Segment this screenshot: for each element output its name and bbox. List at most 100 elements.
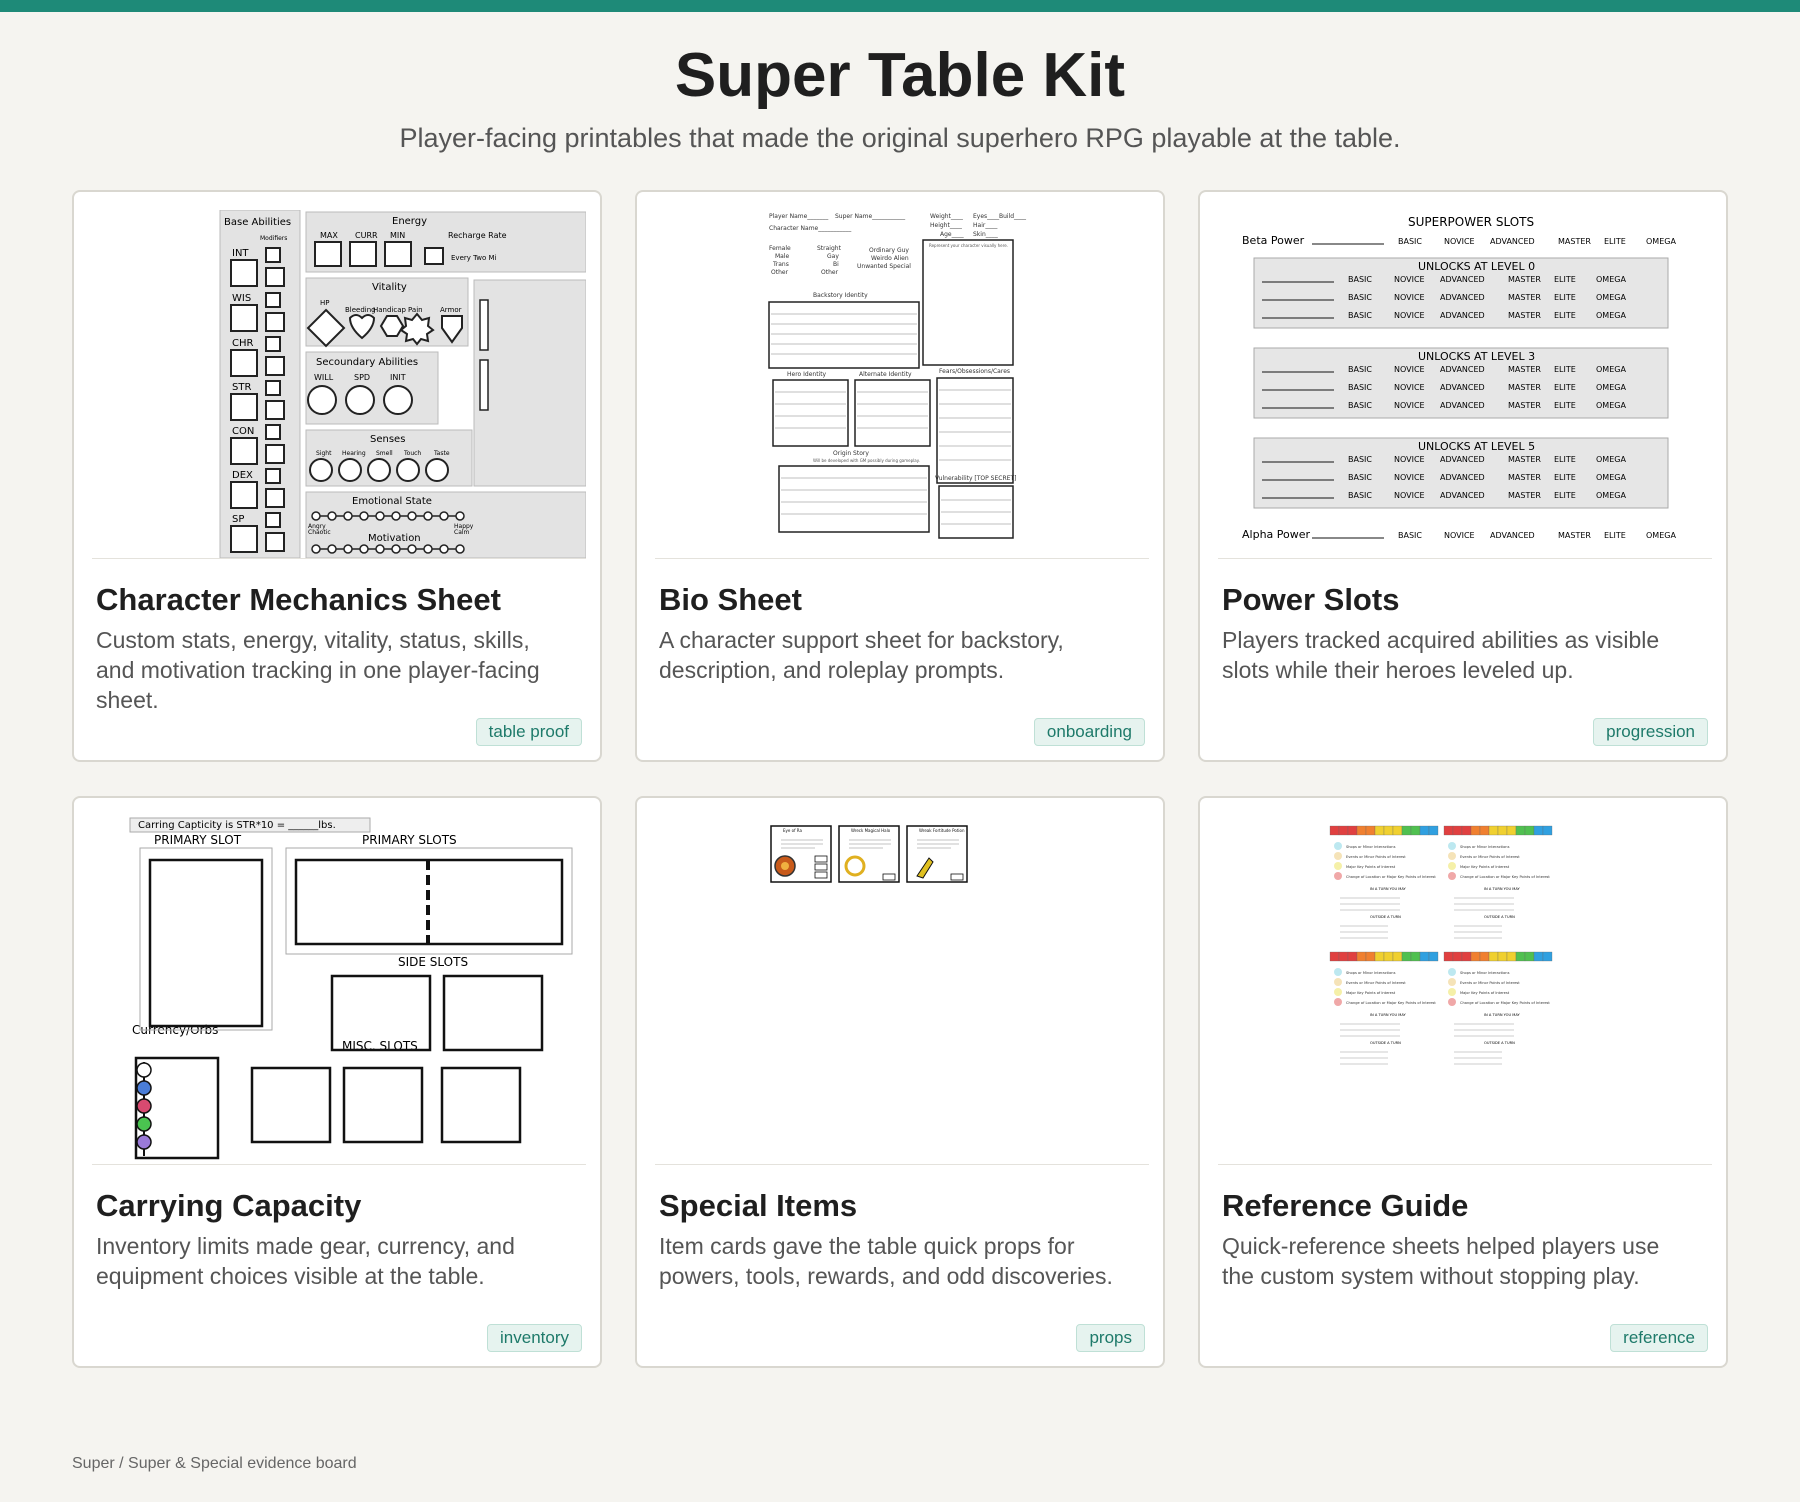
- reference-level-cell: [1383, 951, 1394, 962]
- svg-text:Other: Other: [821, 269, 839, 276]
- reference-level-cell: [1533, 825, 1544, 836]
- reference-row-label: Change of Location or Major Key Points o…: [1346, 875, 1436, 879]
- card-bio-sheet[interactable]: Player Name_______ Super Name___________ …: [635, 190, 1165, 762]
- power-slots-preview: SUPERPOWER SLOTS Beta Power Alpha Power …: [1242, 215, 1676, 541]
- reference-in-turn-label: IN A TURN YOU MAY: [1484, 1013, 1521, 1017]
- power-tier-label: ADVANCED: [1440, 293, 1485, 302]
- power-tier-label: OMEGA: [1596, 491, 1626, 500]
- svg-text:Sight: Sight: [316, 450, 332, 457]
- svg-text:Skin____: Skin____: [973, 231, 999, 238]
- reference-marker: [1334, 968, 1342, 976]
- card-reference-guide[interactable]: Shops or Minor Interactions Events or Min…: [1198, 796, 1728, 1368]
- svg-text:Unwanted Special: Unwanted Special: [857, 263, 911, 270]
- svg-text:CURR: CURR: [355, 231, 378, 240]
- card-description: Custom stats, energy, vitality, status, …: [96, 627, 540, 713]
- reference-level-cell: [1488, 825, 1499, 836]
- svg-text:Height____: Height____: [930, 222, 963, 229]
- reference-level-cell: [1461, 951, 1472, 962]
- svg-text:Weight____: Weight____: [930, 213, 964, 220]
- power-tier-label: ELITE: [1554, 293, 1576, 302]
- reference-level-cell: [1452, 825, 1463, 836]
- reference-row-label: Major Key Points of Interest: [1460, 865, 1510, 869]
- power-tier-label: NOVICE: [1394, 311, 1425, 320]
- svg-text:Taste: Taste: [433, 450, 450, 457]
- power-tier-label: ADVANCED: [1440, 275, 1485, 284]
- reference-level-cell: [1401, 825, 1412, 836]
- power-tier-label: MASTER: [1508, 275, 1541, 284]
- svg-text:SUPERPOWER SLOTS: SUPERPOWER SLOTS: [1408, 215, 1534, 229]
- power-tier-label: BASIC: [1348, 365, 1372, 374]
- reference-in-turn-label: IN A TURN YOU MAY: [1370, 887, 1407, 891]
- power-tier-label: BASIC: [1348, 455, 1372, 464]
- svg-text:Age____: Age____: [940, 231, 965, 238]
- power-tier-label: OMEGA: [1646, 531, 1676, 540]
- power-tier-label: MASTER: [1508, 473, 1541, 482]
- svg-text:Recharge Rate: Recharge Rate: [448, 231, 507, 240]
- svg-text:Super Name___________: Super Name___________: [835, 213, 906, 220]
- svg-text:Origin Story: Origin Story: [833, 450, 869, 457]
- card-character-mechanics[interactable]: Base Abilities Modifiers INT WIS CHR STR…: [72, 190, 602, 762]
- svg-text:Wreak Fortitude Potion: Wreak Fortitude Potion: [919, 828, 965, 833]
- svg-text:Straight: Straight: [817, 245, 842, 252]
- power-tier-label: BASIC: [1398, 531, 1422, 540]
- reference-row-label: Shops or Minor Interactions: [1460, 845, 1510, 849]
- power-tier-label: BASIC: [1348, 383, 1372, 392]
- svg-text:Modifiers: Modifiers: [260, 235, 287, 242]
- reference-level-cell: [1419, 825, 1430, 836]
- card-carrying-capacity[interactable]: Carring Capticity is STR*10 = ______lbs.…: [72, 796, 602, 1368]
- reference-row-label: Shops or Minor Interactions: [1346, 971, 1396, 975]
- svg-text:STR: STR: [232, 382, 251, 393]
- power-tier-label: OMEGA: [1646, 237, 1676, 246]
- reference-level-cell: [1497, 951, 1508, 962]
- power-tier-label: ELITE: [1554, 311, 1576, 320]
- reference-level-cell: [1524, 825, 1535, 836]
- mechanics-sheet-preview: Base Abilities Modifiers INTWISCHR STRCO…: [219, 210, 586, 558]
- reference-level-cell: [1401, 951, 1412, 962]
- power-tier-label: BASIC: [1348, 311, 1372, 320]
- thumbnail-special-items: Eye of Ra Wreck Magical Halo Wreak Forti…: [655, 816, 1149, 1165]
- reference-level-cell: [1515, 951, 1526, 962]
- bio-sheet-preview: Player Name_______ Super Name___________ …: [768, 213, 1027, 539]
- svg-text:Emotional State: Emotional State: [352, 496, 432, 507]
- reference-level-cell: [1329, 951, 1340, 962]
- reference-outside-label: OUTSIDE A TURN: [1484, 915, 1515, 919]
- svg-text:Alpha Power: Alpha Power: [1242, 528, 1311, 541]
- svg-text:Senses: Senses: [370, 434, 405, 445]
- svg-text:Character Name___________: Character Name___________: [769, 225, 852, 232]
- svg-text:UNLOCKS AT LEVEL 3: UNLOCKS AT LEVEL 3: [1418, 350, 1535, 363]
- power-tier-label: NOVICE: [1394, 455, 1425, 464]
- card-description: Inventory limits made gear, currency, an…: [96, 1233, 515, 1289]
- svg-text:Ordinary Guy: Ordinary Guy: [869, 247, 909, 254]
- svg-text:Vulnerability [TOP SECRET]: Vulnerability [TOP SECRET]: [935, 475, 1016, 482]
- reference-row-label: Shops or Minor Interactions: [1460, 971, 1510, 975]
- power-tier-label: ADVANCED: [1440, 491, 1485, 500]
- reference-level-cell: [1419, 951, 1430, 962]
- card-special-items[interactable]: Eye of Ra Wreck Magical Halo Wreak Forti…: [635, 796, 1165, 1368]
- svg-text:Pain: Pain: [408, 306, 423, 314]
- power-tier-label: NOVICE: [1394, 365, 1425, 374]
- power-tier-label: OMEGA: [1596, 455, 1626, 464]
- card-power-slots[interactable]: SUPERPOWER SLOTS Beta Power Alpha Power …: [1198, 190, 1728, 762]
- svg-text:PRIMARY SLOTS: PRIMARY SLOTS: [362, 833, 457, 847]
- card-tag: inventory: [487, 1324, 582, 1352]
- reference-level-cell: [1524, 951, 1535, 962]
- reference-marker: [1448, 998, 1456, 1006]
- reference-level-cell: [1515, 825, 1526, 836]
- power-tier-label: OMEGA: [1596, 401, 1626, 410]
- power-tier-label: BASIC: [1398, 237, 1422, 246]
- reference-marker: [1448, 872, 1456, 880]
- reference-level-cell: [1488, 951, 1499, 962]
- card-title: Power Slots: [1222, 582, 1400, 617]
- power-tier-label: ELITE: [1554, 401, 1576, 410]
- svg-text:Fears/Obsessions/Cares: Fears/Obsessions/Cares: [939, 368, 1010, 375]
- svg-text:Female: Female: [769, 245, 791, 252]
- reference-row-label: Events or Minor Points of Interest: [1346, 855, 1406, 859]
- power-tier-label: ADVANCED: [1440, 401, 1485, 410]
- top-accent-bar: [0, 0, 1800, 12]
- power-tier-label: MASTER: [1508, 365, 1541, 374]
- svg-text:Eye of Ra: Eye of Ra: [783, 828, 802, 833]
- reference-level-cell: [1329, 825, 1340, 836]
- reference-level-cell: [1542, 951, 1553, 962]
- card-tag: props: [1076, 1324, 1145, 1352]
- reference-level-cell: [1365, 951, 1376, 962]
